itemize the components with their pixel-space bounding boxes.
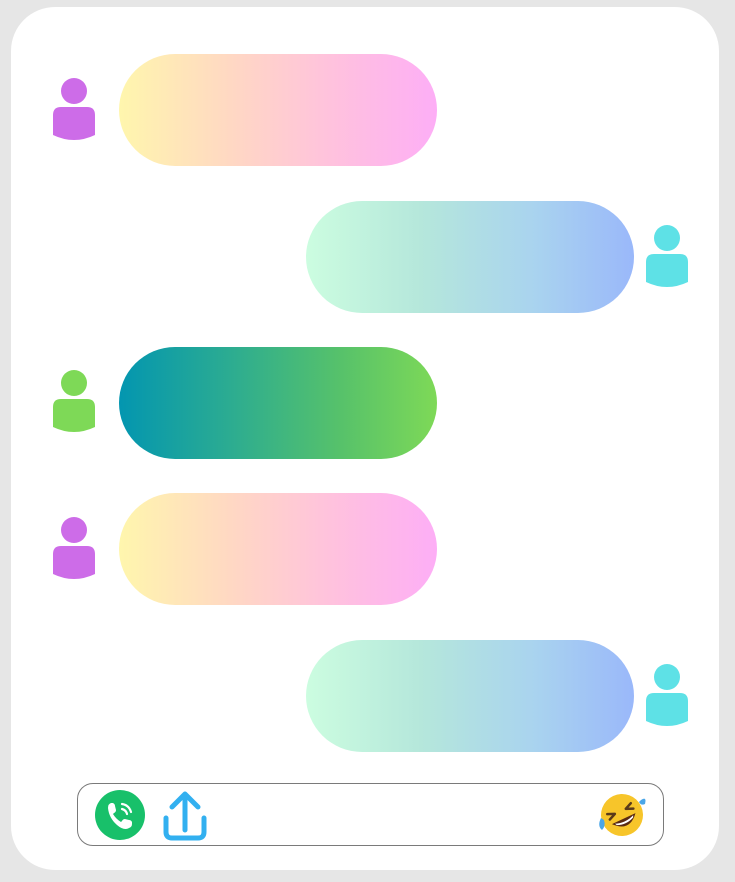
message-composer[interactable] — [77, 783, 664, 846]
message-bubble[interactable] — [119, 493, 437, 605]
upload-icon[interactable] — [162, 790, 208, 842]
user-avatar-icon — [52, 369, 98, 435]
rolling-laughing-emoji-icon[interactable] — [597, 790, 647, 840]
phone-call-icon[interactable] — [95, 790, 145, 840]
user-avatar-icon — [645, 224, 691, 290]
message-bubble[interactable] — [306, 201, 634, 313]
user-avatar-icon — [52, 516, 98, 582]
message-bubble[interactable] — [119, 54, 437, 166]
message-input[interactable] — [223, 796, 587, 834]
user-avatar-icon — [645, 663, 691, 729]
user-avatar-icon — [52, 77, 98, 143]
message-bubble[interactable] — [119, 347, 437, 459]
message-bubble[interactable] — [306, 640, 634, 752]
chat-window — [11, 7, 719, 870]
